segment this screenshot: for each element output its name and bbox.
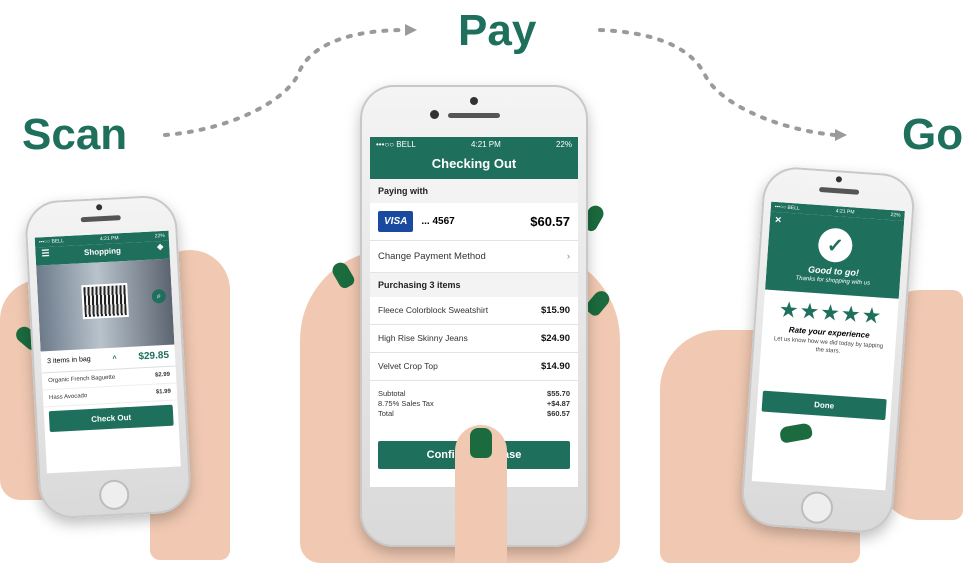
payment-card-row[interactable]: VISA ... 4567 $60.57 <box>370 203 578 241</box>
summary-label: Subtotal <box>378 389 406 398</box>
summary-value: +$4.87 <box>546 399 570 408</box>
bag-total: $29.85 <box>138 349 170 363</box>
item-name: Hass Avocado <box>48 393 88 402</box>
check-icon: ✓ <box>817 227 854 264</box>
summary-label: Total <box>378 409 394 418</box>
arrowhead-pay <box>405 24 417 36</box>
item-price: $14.90 <box>540 361 570 372</box>
item-name: Fleece Colorblock Sweatshirt <box>378 305 489 315</box>
item-name: Velvet Crop Top <box>378 361 438 371</box>
front-camera <box>835 176 843 183</box>
item-price: $1.99 <box>155 388 172 396</box>
home-button[interactable] <box>98 479 130 511</box>
chevron-up-icon[interactable]: ˄ <box>112 355 116 362</box>
paying-with-label: Paying with <box>370 179 578 203</box>
front-camera <box>95 204 103 211</box>
front-camera <box>470 97 478 105</box>
left-phone-screen: •••○○ BELL 4:21 PM 22% ☰ Shopping ◆ ⌕ 3 … <box>34 230 181 474</box>
check-out-button[interactable]: Check Out <box>48 404 174 433</box>
barcode-scanner-view[interactable]: ⌕ <box>36 258 175 352</box>
left-phone: •••○○ BELL 4:21 PM 22% ☰ Shopping ◆ ⌕ 3 … <box>23 194 193 520</box>
page-title: Checking Out <box>370 152 578 179</box>
purchasing-label: Purchasing 3 items <box>370 273 578 297</box>
visa-logo: VISA <box>378 211 414 232</box>
page-title: Shopping <box>83 246 122 258</box>
bag-count: 3 items in bag <box>46 355 91 366</box>
chevron-right-icon: › <box>566 251 570 262</box>
menu-icon[interactable]: ☰ <box>41 248 50 259</box>
table-row[interactable]: Fleece Colorblock Sweatshirt $15.90 <box>370 297 578 325</box>
battery-label: 22% <box>890 212 901 219</box>
table-row[interactable]: Velvet Crop Top $14.90 <box>370 353 578 381</box>
summary-value: $55.70 <box>547 389 570 398</box>
battery-label: 22% <box>154 232 165 240</box>
carrier-label: •••○○ BELL <box>774 203 800 212</box>
tag-icon[interactable]: ◆ <box>157 242 164 251</box>
summary-line: 8.75% Sales Tax +$4.87 <box>378 399 570 409</box>
summary-line: Total $60.57 <box>378 409 570 419</box>
order-summary: Subtotal $55.70 8.75% Sales Tax +$4.87 T… <box>370 381 578 427</box>
speaker <box>819 186 860 195</box>
speaker <box>448 113 500 118</box>
success-panel: × ✓ Good to go! Thanks for shopping with… <box>765 211 905 299</box>
summary-line: Subtotal $55.70 <box>378 389 570 399</box>
fingernail <box>470 428 492 458</box>
speaker <box>80 215 121 223</box>
item-price: $15.90 <box>540 305 570 316</box>
close-icon[interactable]: × <box>775 214 782 226</box>
change-payment-label: Change Payment Method <box>378 251 486 262</box>
item-name: High Rise Skinny Jeans <box>378 333 468 343</box>
item-price: $2.99 <box>154 371 171 379</box>
change-payment-method-link[interactable]: Change Payment Method › <box>370 241 578 273</box>
status-bar: •••○○ BELL 4:21 PM 22% <box>370 137 578 152</box>
dotted-arrow-pay-to-go <box>598 28 837 137</box>
home-button[interactable] <box>799 490 835 525</box>
right-phone: •••○○ BELL 4:21 PM 22% × ✓ Good to go! T… <box>739 165 917 535</box>
summary-value: $60.57 <box>547 409 570 418</box>
done-button[interactable]: Done <box>761 390 887 421</box>
battery-label: 22% <box>555 140 572 149</box>
sensor-dot <box>430 110 439 119</box>
carrier-label: •••○○ BELL <box>38 238 64 246</box>
search-icon[interactable]: ⌕ <box>151 288 167 304</box>
item-price: $24.90 <box>540 333 570 344</box>
clock: 4:21 PM <box>99 235 119 243</box>
summary-label: 8.75% Sales Tax <box>378 399 434 408</box>
item-name: Organic French Baguette <box>48 374 116 385</box>
card-number: ... 4567 <box>421 216 455 227</box>
right-phone-screen: •••○○ BELL 4:21 PM 22% × ✓ Good to go! T… <box>751 201 905 491</box>
order-total: $60.57 <box>530 214 570 229</box>
carrier-label: •••○○ BELL <box>376 140 416 149</box>
arrowhead-go <box>835 129 847 141</box>
barcode-image <box>81 282 129 320</box>
clock: 4:21 PM <box>835 208 855 216</box>
clock: 4:21 PM <box>471 140 501 149</box>
table-row[interactable]: High Rise Skinny Jeans $24.90 <box>370 325 578 353</box>
